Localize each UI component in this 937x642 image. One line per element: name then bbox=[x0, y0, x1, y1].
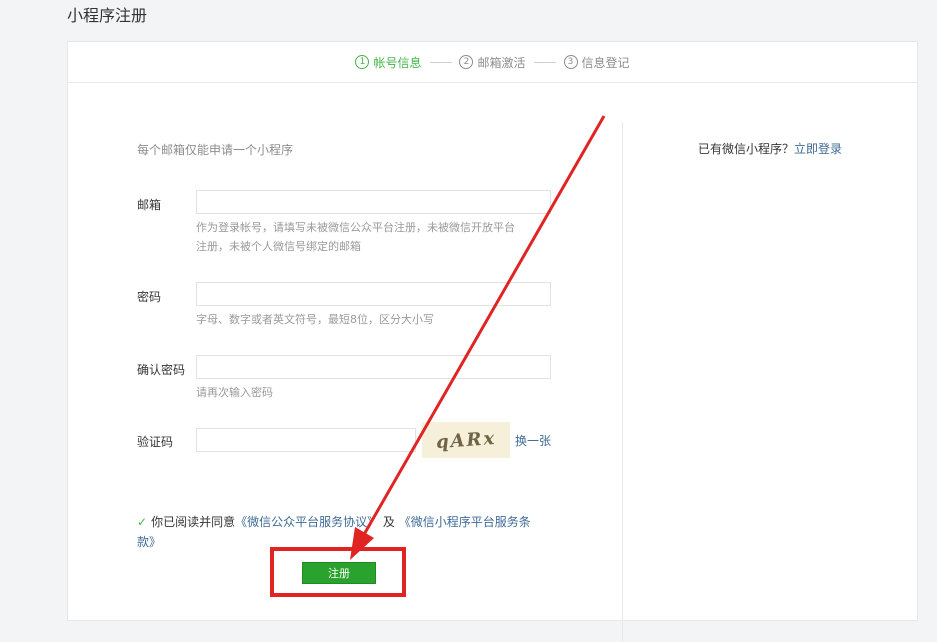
annotation-arrow bbox=[350, 115, 606, 560]
